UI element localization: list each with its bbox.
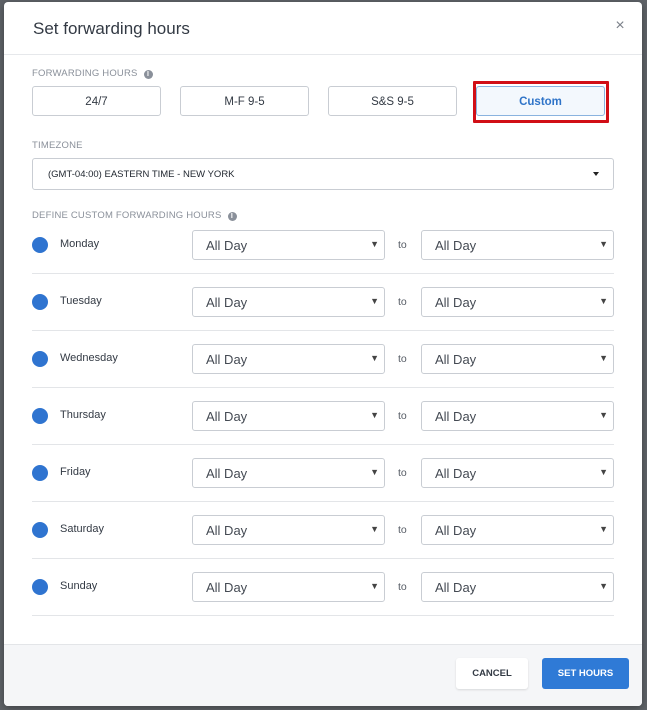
caret-down-icon: ▼	[599, 410, 608, 420]
dialog-header: Set forwarding hours ×	[4, 2, 642, 55]
caret-down-icon: ▼	[370, 410, 379, 420]
to-label: to	[398, 410, 407, 422]
day-label: Tuesday	[60, 295, 102, 307]
caret-down-icon: ▼	[599, 581, 608, 591]
to-time-value: All Day	[435, 523, 477, 538]
to-time-value: All Day	[435, 352, 477, 367]
day-row-friday: Friday All Day ▼ to All Day ▼	[32, 445, 614, 502]
caret-down-icon: ▼	[370, 239, 379, 249]
day-row-saturday: Saturday All Day ▼ to All Day ▼	[32, 502, 614, 559]
to-label: to	[398, 296, 407, 308]
to-time-select[interactable]: All Day ▼	[421, 458, 614, 488]
timezone-value: (GMT-04:00) EASTERN TIME - NEW YORK	[48, 169, 235, 180]
to-label: to	[398, 524, 407, 536]
selection-highlight	[473, 81, 609, 123]
to-time-select[interactable]: All Day ▼	[421, 344, 614, 374]
from-time-select[interactable]: All Day ▼	[192, 515, 385, 545]
from-time-select[interactable]: All Day ▼	[192, 344, 385, 374]
caret-down-icon: ▼	[370, 524, 379, 534]
day-label: Friday	[60, 466, 91, 478]
to-label: to	[398, 467, 407, 479]
from-time-select[interactable]: All Day ▼	[192, 572, 385, 602]
caret-down-icon: ▼	[599, 239, 608, 249]
dialog-footer: CANCEL SET HOURS	[4, 644, 642, 706]
to-time-select[interactable]: All Day ▼	[421, 401, 614, 431]
from-time-select[interactable]: All Day ▼	[192, 401, 385, 431]
caret-down-icon: ▼	[370, 353, 379, 363]
forwarding-hours-label: FORWARDING HOURS i	[32, 68, 153, 79]
caret-down-icon: ▼	[370, 581, 379, 591]
set-hours-button[interactable]: SET HOURS	[542, 658, 629, 689]
day-label: Wednesday	[60, 352, 118, 364]
to-time-value: All Day	[435, 580, 477, 595]
preset-24-7-button[interactable]: 24/7	[32, 86, 161, 116]
from-time-select[interactable]: All Day ▼	[192, 230, 385, 260]
day-row-thursday: Thursday All Day ▼ to All Day ▼	[32, 388, 614, 445]
day-enabled-toggle[interactable]	[32, 408, 48, 424]
day-row-tuesday: Tuesday All Day ▼ to All Day ▼	[32, 274, 614, 331]
to-time-select[interactable]: All Day ▼	[421, 287, 614, 317]
to-time-value: All Day	[435, 466, 477, 481]
caret-down-icon: ▼	[599, 353, 608, 363]
from-time-value: All Day	[206, 409, 248, 424]
from-time-value: All Day	[206, 523, 248, 538]
from-time-value: All Day	[206, 352, 248, 367]
preset-ss-9-5-button[interactable]: S&S 9-5	[328, 86, 457, 116]
day-row-monday: Monday All Day ▼ to All Day ▼	[32, 217, 614, 274]
to-label: to	[398, 353, 407, 365]
caret-down-icon	[593, 172, 599, 176]
from-time-value: All Day	[206, 580, 248, 595]
day-enabled-toggle[interactable]	[32, 294, 48, 310]
to-label: to	[398, 239, 407, 251]
caret-down-icon: ▼	[599, 296, 608, 306]
caret-down-icon: ▼	[370, 467, 379, 477]
to-time-value: All Day	[435, 295, 477, 310]
timezone-label: TIMEZONE	[32, 140, 83, 151]
to-time-value: All Day	[435, 409, 477, 424]
day-label: Saturday	[60, 523, 105, 535]
to-time-select[interactable]: All Day ▼	[421, 230, 614, 260]
from-time-select[interactable]: All Day ▼	[192, 458, 385, 488]
to-label: to	[398, 581, 407, 593]
day-label: Sunday	[60, 580, 98, 592]
from-time-value: All Day	[206, 238, 248, 253]
dialog-title: Set forwarding hours	[33, 19, 190, 38]
day-enabled-toggle[interactable]	[32, 579, 48, 595]
info-icon[interactable]: i	[143, 70, 153, 79]
cancel-button[interactable]: CANCEL	[456, 658, 528, 689]
from-time-value: All Day	[206, 295, 248, 310]
day-enabled-toggle[interactable]	[32, 351, 48, 367]
caret-down-icon: ▼	[599, 524, 608, 534]
day-enabled-toggle[interactable]	[32, 522, 48, 538]
close-icon[interactable]: ×	[610, 16, 630, 36]
from-time-select[interactable]: All Day ▼	[192, 287, 385, 317]
day-row-sunday: Sunday All Day ▼ to All Day ▼	[32, 559, 614, 616]
to-time-select[interactable]: All Day ▼	[421, 515, 614, 545]
preset-mf-9-5-button[interactable]: M-F 9-5	[180, 86, 309, 116]
timezone-select[interactable]: (GMT-04:00) EASTERN TIME - NEW YORK	[32, 158, 614, 190]
to-time-select[interactable]: All Day ▼	[421, 572, 614, 602]
from-time-value: All Day	[206, 466, 248, 481]
caret-down-icon: ▼	[370, 296, 379, 306]
day-enabled-toggle[interactable]	[32, 237, 48, 253]
caret-down-icon: ▼	[599, 467, 608, 477]
to-time-value: All Day	[435, 238, 477, 253]
forwarding-hours-dialog: Set forwarding hours × FORWARDING HOURS i…	[4, 2, 642, 706]
day-enabled-toggle[interactable]	[32, 465, 48, 481]
day-label: Monday	[60, 238, 100, 250]
day-label: Thursday	[60, 409, 106, 421]
day-row-wednesday: Wednesday All Day ▼ to All Day ▼	[32, 331, 614, 388]
